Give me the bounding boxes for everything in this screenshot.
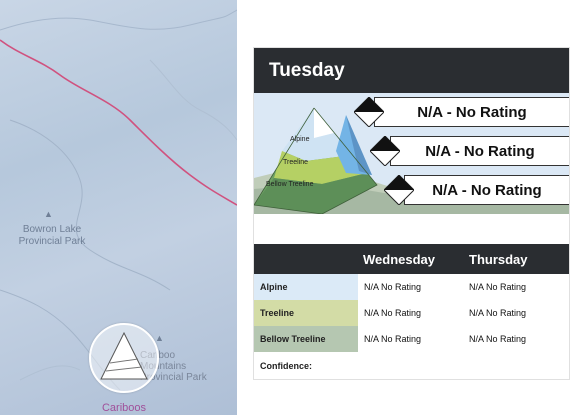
day-header: Tuesday — [254, 48, 569, 93]
danger-rating-icon — [354, 97, 384, 127]
table-row-alpine: Alpine N/A No Rating N/A No Rating — [254, 274, 569, 300]
table-row-treeline: Treeline N/A No Rating N/A No Rating — [254, 300, 569, 326]
danger-rating-icon — [384, 175, 414, 205]
outlook-table-header: Wednesday Thursday — [254, 244, 569, 274]
day-title: Tuesday — [269, 60, 345, 81]
mountain-icon — [100, 331, 148, 380]
table-cell: N/A No Rating — [364, 282, 422, 292]
rating-bar-treeline: N/A - No Rating — [390, 136, 569, 166]
rating-text: N/A - No Rating — [432, 181, 542, 199]
table-cell: N/A No Rating — [364, 308, 422, 318]
graphic-label-below: Bellow Treeline — [266, 181, 314, 188]
column-header-thursday: Thursday — [469, 252, 528, 267]
rating-bar-below-treeline: N/A - No Rating — [404, 175, 569, 205]
table-cell: N/A No Rating — [364, 334, 422, 344]
danger-graphic: Alpine Treeline Bellow Treeline N/A - No… — [254, 93, 569, 214]
rating-text: N/A - No Rating — [417, 103, 527, 121]
graphic-label-treeline: Treeline — [283, 159, 308, 166]
table-cell: N/A No Rating — [469, 308, 527, 318]
table-row-below-treeline: Bellow Treeline N/A No Rating N/A No Rat… — [254, 326, 569, 352]
graphic-label-alpine: Alpine — [290, 136, 310, 143]
map-view[interactable]: ▲ Bowron Lake Provincial Park ▲ Cariboo … — [0, 0, 237, 415]
rating-bar-alpine: N/A - No Rating — [374, 97, 569, 127]
table-cell: N/A No Rating — [469, 334, 527, 344]
column-header-wednesday: Wednesday — [363, 252, 436, 267]
table-cell: N/A No Rating — [469, 282, 527, 292]
row-label: Alpine — [254, 274, 358, 300]
danger-rating-icon — [370, 136, 400, 166]
region-marker[interactable] — [89, 323, 159, 393]
rating-text: N/A - No Rating — [425, 142, 535, 160]
region-label: Cariboos — [101, 402, 147, 414]
row-label: Bellow Treeline — [254, 326, 358, 352]
park-label: Bowron Lake Provincial Park — [18, 224, 86, 247]
confidence-label: Confidence: — [260, 361, 313, 371]
forecast-panel: Tuesday Alpine Treeline Bellow Treeline — [237, 0, 587, 415]
forecast-card: Tuesday Alpine Treeline Bellow Treeline — [253, 47, 570, 380]
row-label: Treeline — [254, 300, 358, 326]
park-tree-icon: ▲ — [44, 209, 53, 219]
